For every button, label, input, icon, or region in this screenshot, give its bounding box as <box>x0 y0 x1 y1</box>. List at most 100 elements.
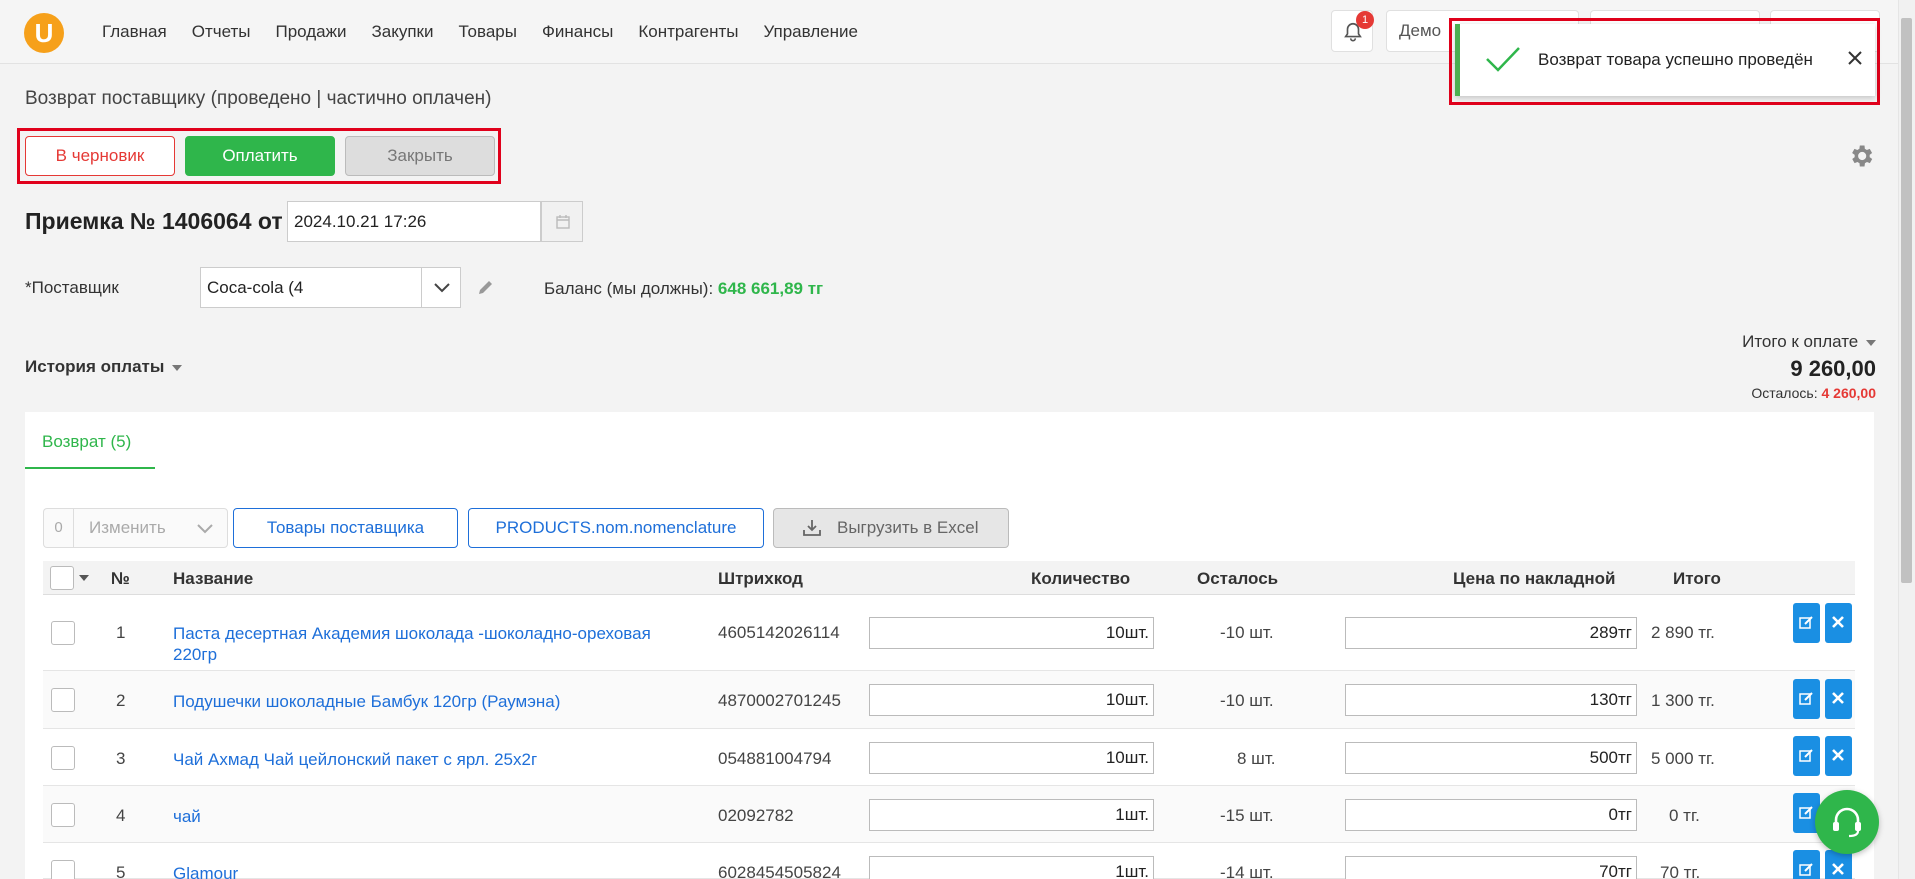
nav-item-contractors[interactable]: Контрагенты <box>638 22 738 42</box>
row-barcode: 02092782 <box>718 806 794 825</box>
row-remaining: 8 шт. <box>1237 749 1276 768</box>
quantity-input[interactable]: 10шт. <box>869 742 1154 774</box>
change-label: Изменить <box>89 518 166 537</box>
table-header: № Название Штрихкод Количество Осталось … <box>43 561 1855 595</box>
edit-icon <box>1799 806 1813 819</box>
nav-item-management[interactable]: Управление <box>763 22 858 42</box>
quantity-input[interactable]: 10шт. <box>869 617 1154 649</box>
export-excel-button[interactable]: Выгрузить в Excel <box>773 508 1009 548</box>
pencil-icon[interactable] <box>476 277 496 297</box>
edit-row-button[interactable] <box>1793 603 1820 643</box>
nav-item-purchases[interactable]: Закупки <box>371 22 433 42</box>
column-remaining: Осталось <box>1197 569 1279 588</box>
supplier-label: *Поставщик <box>25 278 119 297</box>
edit-icon <box>1799 749 1813 762</box>
receipt-title: Приемка № 1406064 от <box>25 208 283 234</box>
total-to-pay-toggle[interactable]: Итого к оплате <box>1742 332 1876 352</box>
notifications-button[interactable]: 1 <box>1331 10 1374 52</box>
app-logo[interactable]: U <box>24 13 64 53</box>
balance-label: Баланс (мы должны): <box>544 279 714 298</box>
success-toast: Возврат товара успешно проведён <box>1455 24 1875 96</box>
nav-item-sales[interactable]: Продажи <box>275 22 346 42</box>
delete-row-button[interactable] <box>1825 850 1852 879</box>
payment-history-label: История оплаты <box>25 357 165 376</box>
price-input[interactable]: 0тг <box>1345 799 1637 831</box>
delete-row-button[interactable] <box>1825 603 1852 643</box>
edit-icon <box>1799 692 1813 705</box>
gear-icon[interactable] <box>1847 142 1875 170</box>
product-name-link[interactable]: Подушечки шоколадные Бамбук 120гр (Раумэ… <box>173 691 693 712</box>
quantity-input[interactable]: 1шт. <box>869 799 1154 831</box>
delete-row-button[interactable] <box>1825 736 1852 776</box>
remaining-value: 4 260,00 <box>1821 385 1877 401</box>
table-row: 3 Чай Ахмад Чай цейлонский пакет с ярл. … <box>43 729 1855 786</box>
tab-return[interactable]: Возврат (5) <box>25 412 155 469</box>
nav-item-products[interactable]: Товары <box>458 22 516 42</box>
change-dropdown[interactable]: Изменить <box>73 508 228 548</box>
row-total: 0 тг. <box>1669 806 1700 825</box>
close-icon <box>1832 692 1844 704</box>
remaining-label: Осталось: <box>1751 385 1818 401</box>
calendar-button[interactable] <box>541 201 583 242</box>
table-row: 4 чай 02092782 1шт. -15 шт. 0тг 0 тг. <box>43 786 1855 843</box>
select-all-checkbox[interactable] <box>50 566 74 590</box>
row-barcode: 054881004794 <box>718 749 832 768</box>
payment-history-toggle[interactable]: История оплаты <box>25 357 183 377</box>
edit-row-button[interactable] <box>1793 736 1820 776</box>
row-checkbox[interactable] <box>51 621 75 645</box>
chevron-down-icon <box>197 524 213 534</box>
product-name-link[interactable]: Glamour <box>173 863 693 879</box>
row-checkbox[interactable] <box>51 860 75 879</box>
price-input[interactable]: 289тг <box>1345 617 1637 649</box>
nav-item-reports[interactable]: Отчеты <box>192 22 251 42</box>
column-barcode: Штрихкод <box>718 569 803 588</box>
row-number: 2 <box>116 691 126 710</box>
close-icon <box>1832 616 1844 628</box>
edit-icon <box>1799 616 1813 629</box>
pay-button[interactable]: Оплатить <box>185 136 335 176</box>
nomenclature-button[interactable]: PRODUCTS.nom.nomenclature <box>468 508 764 548</box>
column-quantity: Количество <box>1031 569 1131 588</box>
row-remaining: -10 шт. <box>1220 623 1274 642</box>
supplier-products-button[interactable]: Товары поставщика <box>233 508 458 548</box>
close-button[interactable]: Закрыть <box>345 136 495 176</box>
price-input[interactable]: 130тг <box>1345 684 1637 716</box>
row-remaining: -14 шт. <box>1220 863 1274 879</box>
chevron-down-icon <box>434 283 450 293</box>
total-to-pay-label: Итого к оплате <box>1742 332 1859 351</box>
to-draft-button[interactable]: В черновик <box>25 136 175 176</box>
calendar-icon <box>556 215 570 229</box>
row-checkbox[interactable] <box>51 803 75 827</box>
edit-row-button[interactable] <box>1793 679 1820 719</box>
caret-down-icon[interactable] <box>79 575 89 581</box>
quantity-input[interactable]: 10шт. <box>869 684 1154 716</box>
row-number: 4 <box>116 806 126 825</box>
row-total: 2 890 тг. <box>1651 623 1715 642</box>
supplier-input[interactable]: Coca-cola (4 <box>200 267 422 308</box>
edit-icon <box>1799 863 1813 876</box>
quantity-input[interactable]: 1шт. <box>869 856 1154 879</box>
scrollbar-thumb[interactable] <box>1901 18 1912 583</box>
row-number: 5 <box>116 863 126 879</box>
support-chat-button[interactable] <box>1815 790 1879 854</box>
row-checkbox[interactable] <box>51 688 75 712</box>
delete-row-button[interactable] <box>1825 679 1852 719</box>
date-input[interactable]: 2024.10.21 17:26 <box>287 201 541 242</box>
caret-down-icon <box>1866 339 1876 346</box>
supplier-dropdown-button[interactable] <box>421 267 461 308</box>
edit-row-button[interactable] <box>1793 850 1820 879</box>
price-input[interactable]: 70тг <box>1345 856 1637 879</box>
row-checkbox[interactable] <box>51 746 75 770</box>
nav-item-home[interactable]: Главная <box>102 22 167 42</box>
price-input[interactable]: 500тг <box>1345 742 1637 774</box>
balance-value: 648 661,89 тг <box>717 279 824 298</box>
nav-item-finance[interactable]: Финансы <box>542 22 613 42</box>
product-name-link[interactable]: чай <box>173 806 693 827</box>
product-name-link[interactable]: Паста десертная Академия шоколада -шокол… <box>173 623 693 665</box>
check-icon <box>1486 47 1520 72</box>
product-name-link[interactable]: Чай Ахмад Чай цейлонский пакет с ярл. 25… <box>173 749 693 770</box>
main-nav: Главная Отчеты Продажи Закупки Товары Фи… <box>102 22 883 42</box>
close-icon[interactable] <box>1845 48 1865 68</box>
row-total: 70 тг. <box>1660 863 1701 879</box>
page-title: Возврат поставщику (проведено | частично… <box>25 88 492 109</box>
